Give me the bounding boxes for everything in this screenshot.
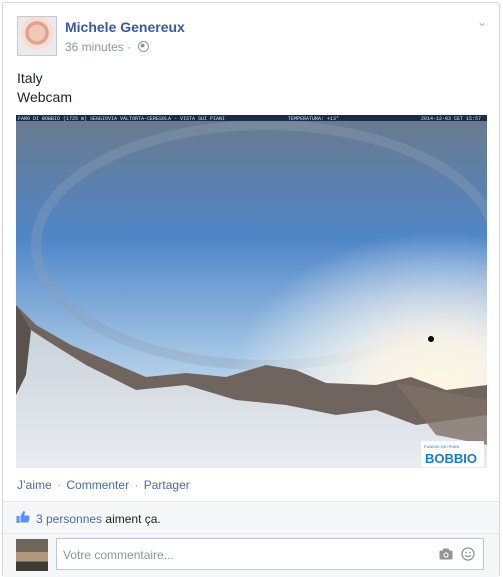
share-link[interactable]: Partager	[144, 478, 190, 492]
comment-row: Votre commentaire...	[3, 533, 499, 577]
camera-icon[interactable]	[439, 548, 453, 560]
webcam-photo[interactable]: FARO DI BOBBIO (1725 m) SEGGIOVIA VALTOR…	[16, 115, 487, 468]
post-text: Italy Webcam	[17, 69, 72, 107]
post-meta: 36 minutes ·	[65, 40, 150, 54]
post-text-line: Italy	[17, 70, 43, 86]
author-name[interactable]: Michele Genereux	[65, 19, 185, 35]
webcam-temperature: TEMPERATURA: +13°	[288, 116, 339, 122]
thumbs-up-icon	[16, 511, 30, 523]
likes-bar: 3 personnes aiment ça.	[3, 501, 499, 534]
likes-text: 3 personnes aiment ça.	[36, 512, 161, 526]
smiley-icon[interactable]	[461, 547, 475, 561]
post-time[interactable]: 36 minutes	[65, 40, 124, 54]
post-card: Michele Genereux 36 minutes · ⌄ Italy We…	[2, 2, 500, 577]
post-actions: J’aime · Commenter · Partager	[17, 478, 190, 492]
comment-link[interactable]: Commenter	[66, 478, 129, 492]
chevron-down-icon[interactable]: ⌄	[477, 15, 487, 29]
likes-count-link[interactable]: 3 personnes	[36, 512, 102, 526]
webcam-timestamp: 2014-12-03 CET 15:57	[421, 116, 481, 122]
likes-suffix: aiment ça.	[105, 512, 161, 526]
webcam-image: FARO DI BOBBIO (1725 m) SEGGIOVIA VALTOR…	[16, 115, 487, 468]
author-avatar[interactable]	[17, 16, 57, 56]
like-link[interactable]: J’aime	[17, 478, 52, 492]
action-separator: ·	[57, 478, 62, 492]
post-text-line: Webcam	[17, 89, 72, 105]
comment-placeholder: Votre commentaire...	[63, 548, 174, 562]
meta-separator: ·	[127, 40, 132, 54]
comment-input[interactable]: Votre commentaire...	[56, 538, 484, 570]
action-separator: ·	[134, 478, 139, 492]
bobbio-logo-small: FUNIVIE DEI PIANI	[424, 444, 459, 449]
bobbio-logo: BOBBIO	[425, 451, 477, 466]
commenter-avatar	[16, 539, 48, 571]
webcam-caption: FARO DI BOBBIO (1725 m) SEGGIOVIA VALTOR…	[18, 116, 225, 122]
globe-icon	[138, 41, 150, 52]
